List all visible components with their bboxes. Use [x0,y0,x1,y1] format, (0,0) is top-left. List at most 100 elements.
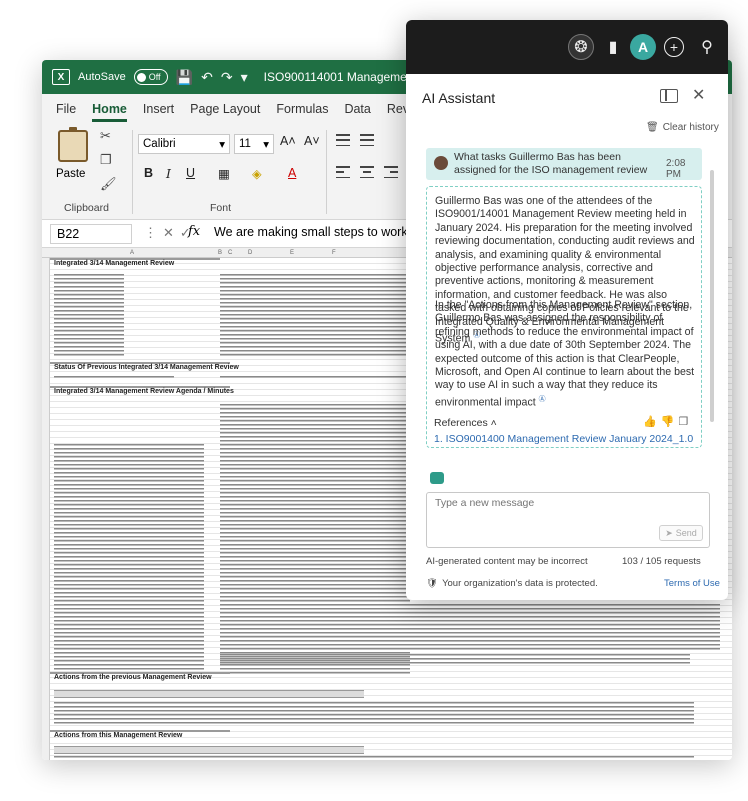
tab-page-layout[interactable]: Page Layout [190,102,260,122]
font-size-select[interactable]: 11 ▾ [234,134,274,154]
align-center-icon[interactable] [358,164,376,180]
chevron-down-icon: ▾ [219,139,225,151]
thumbs-up-icon[interactable]: 👍 [643,416,661,428]
decrease-font-icon[interactable]: A˅ [304,134,320,148]
copy-icon[interactable]: ❐ [678,416,692,428]
ribbon-divider [132,130,133,214]
cell-text-block [54,274,124,358]
scrollbar[interactable] [710,170,714,422]
cell-text-block [220,654,690,666]
trash-icon: 🗑 [646,122,659,133]
cell-text-block [220,604,720,652]
bold-icon[interactable]: B [144,166,153,180]
send-button[interactable]: ➤ Send [659,525,703,541]
italic-icon[interactable]: I [166,166,171,181]
column-header: D [248,250,253,256]
copy-icon[interactable]: ❐ [100,152,112,168]
font-group-label: Font [210,202,232,214]
redo-icon[interactable]: ↷ [221,69,233,86]
section-title: Actions from the previous Management Rev… [54,674,212,681]
feedback-icons: 👍👎❐ [643,415,692,428]
assistant-response: Guillermo Bas was one of the attendees o… [426,186,702,448]
format-painter-icon[interactable]: 🖌 [100,176,117,192]
autosave-label: AutoSave [78,71,126,83]
paste-icon[interactable] [58,127,88,162]
formula-input[interactable]: We are making small steps to work with [214,225,433,239]
tab-file[interactable]: File [56,102,76,122]
align-right-icon[interactable] [382,164,400,180]
tab-insert[interactable]: Insert [143,102,174,122]
tab-data[interactable]: Data [344,102,370,122]
clear-history-button[interactable]: 🗑 Clear history [646,122,719,133]
thumbs-down-icon[interactable]: 👎 [661,416,679,428]
save-icon[interactable]: 💾 [176,69,193,86]
tab-home[interactable]: Home [92,102,127,122]
cell-text-block [54,444,204,676]
shield-icon: 🛡 [426,578,439,589]
column-header: B [218,250,223,256]
cell-text-block [54,702,694,726]
fill-color-icon[interactable]: ◈ [252,166,262,181]
chevron-down-icon: ▾ [263,139,269,151]
new-topic-icon[interactable] [430,472,444,484]
font-name-value: Calibri [143,138,176,150]
increase-font-icon[interactable]: A˄ [280,134,296,148]
clipboard-group-label: Clipboard [64,202,109,214]
references-label: References [434,417,488,429]
excel-logo-icon: X [52,69,70,85]
autosave-toggle[interactable]: Off [133,69,168,85]
ai-assistant-icon[interactable]: A [630,34,656,60]
align-top-icon[interactable] [334,132,352,148]
column-header: A [130,250,135,256]
customize-toolbar-icon[interactable]: ▾ [241,69,248,86]
user-message: What tasks Guillermo Bas has been assign… [426,148,702,180]
tab-formulas[interactable]: Formulas [276,102,328,122]
borders-icon[interactable]: ▦ [218,166,230,181]
paste-button[interactable]: Paste [56,168,85,180]
citation-icon[interactable]: Ⓐ [539,396,546,403]
autosave-state: Off [148,72,161,82]
response-paragraph: In the "Actions from this Management Rev… [435,299,697,410]
section-title: Integrated 3/14 Management Review Agenda… [54,388,234,395]
avatar [434,156,448,170]
user-message-text: What tasks Guillermo Bas has been assign… [454,151,648,176]
references-toggle[interactable]: References ˄ [434,417,497,429]
chat-icon[interactable]: ▮ [600,34,626,60]
font-name-select[interactable]: Calibri ▾ [138,134,230,154]
panel-title: AI Assistant [422,90,496,106]
undo-icon[interactable]: ↶ [201,69,213,86]
align-left-icon[interactable] [334,164,352,180]
section-title: Status Of Previous Integrated 3/14 Manag… [54,364,239,371]
insert-function-icon[interactable]: fx [188,224,200,239]
copilot-icon[interactable]: ❂ [568,34,594,60]
ribbon-divider [326,130,327,214]
send-label: Send [675,528,697,538]
request-counter: 103 / 105 requests [622,556,701,567]
desktop-stage: X AutoSave Off 💾 ↶ ↷ ▾ ISO900114001 Mana… [0,0,748,801]
font-color-icon[interactable]: A [288,166,296,180]
align-middle-icon[interactable] [358,132,376,148]
column-header: C [228,250,233,256]
clear-history-label: Clear history [662,122,719,133]
dock-panel-icon[interactable] [660,89,678,103]
search-icon[interactable]: ⚲ [694,34,720,60]
table-header [54,746,364,754]
message-composer: ➤ Send [426,492,710,548]
cut-icon[interactable]: ✂ [100,128,111,144]
cell-text-block [220,274,410,358]
row-headers [42,258,50,760]
data-protected-notice: 🛡 Your organization's data is protected. [426,578,598,589]
cell-text-block [54,756,694,760]
message-input[interactable] [435,497,695,509]
send-icon: ➤ [665,527,673,538]
add-icon[interactable]: + [664,37,684,57]
reference-link[interactable]: 1. ISO9001400 Management Review January … [434,433,693,445]
close-icon[interactable]: ✕ [692,85,705,105]
ai-assistant-panel: ❂ ▮ A + ⚲ AI Assistant ✕ 🗑 Clear history… [406,20,728,600]
column-header: F [332,250,336,256]
underline-icon[interactable]: U [186,166,195,180]
cell-text-block [54,376,174,380]
document-title: ISO900114001 Management [263,70,417,84]
name-box[interactable]: B22 [50,224,132,244]
terms-of-use-link[interactable]: Terms of Use [664,578,720,589]
